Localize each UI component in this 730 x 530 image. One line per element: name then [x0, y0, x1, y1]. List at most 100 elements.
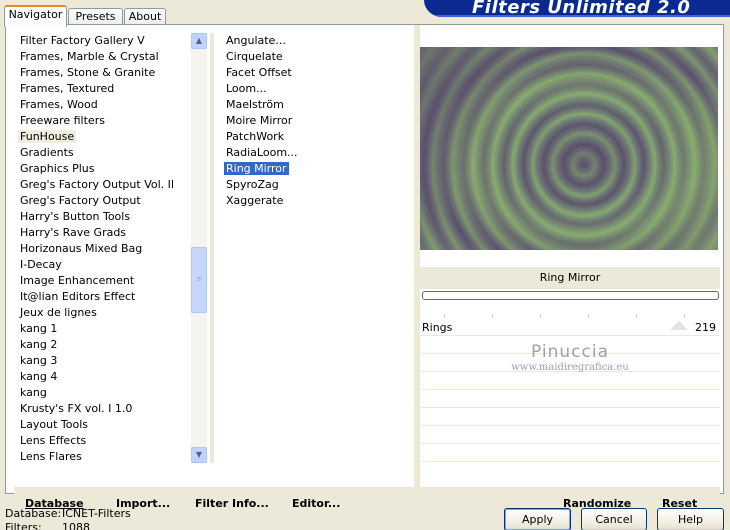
filter-item[interactable]: Ring Mirror: [224, 161, 414, 177]
filters-value: 1088: [62, 521, 90, 530]
watermark-name: Pinuccia: [531, 342, 609, 362]
apply-button[interactable]: Apply: [504, 508, 571, 530]
divider: [210, 33, 214, 463]
filter-item-label: Moire Mirror: [226, 114, 293, 127]
filter-item-label: Cirquelate: [226, 50, 283, 63]
category-item-label: I-Decay: [20, 258, 62, 271]
logo-text: Filters Unlimited 2.0: [472, 0, 691, 17]
database-info: Database:ICNET-Filters Filters: 1088: [5, 507, 131, 530]
category-item-label: Frames, Marble & Crystal: [20, 50, 159, 63]
filter-item-label: Xaggerate: [226, 194, 284, 207]
category-item-label: kang 2: [20, 338, 58, 351]
filter-item[interactable]: RadiaLoom...: [224, 145, 414, 161]
database-row: Database:ICNET-Filters: [5, 507, 131, 521]
chevron-up-icon: ▲: [195, 36, 203, 45]
filter-item[interactable]: Angulate...: [224, 33, 414, 49]
filter-item-label: Maelström: [226, 98, 284, 111]
category-item[interactable]: It@lian Editors Effect: [18, 289, 193, 305]
category-item[interactable]: Harry's Rave Grads: [18, 225, 193, 241]
scroll-thumb[interactable]: ≡: [191, 247, 207, 313]
control-row-empty: [420, 408, 720, 426]
filter-item[interactable]: Loom...: [224, 81, 414, 97]
filter-item[interactable]: SpyroZag: [224, 177, 414, 193]
filter-item[interactable]: Facet Offset: [224, 65, 414, 81]
database-value: ICNET-Filters: [62, 507, 131, 520]
category-item-label: Horizonaus Mixed Bag: [20, 242, 143, 255]
filter-item-label: Angulate...: [226, 34, 286, 47]
category-item[interactable]: Freeware filters: [18, 113, 193, 129]
category-item[interactable]: Greg's Factory Output Vol. II: [18, 177, 193, 193]
category-list[interactable]: Filter Factory Gallery V Frames, Marble &…: [18, 33, 193, 465]
editor-button[interactable]: Editor...: [292, 497, 340, 510]
filter-item[interactable]: Moire Mirror: [224, 113, 414, 129]
filter-item-label: RadiaLoom...: [226, 146, 298, 159]
filter-item[interactable]: PatchWork: [224, 129, 414, 145]
watermark: Pinuccia www.maidiregrafica.eu: [420, 342, 720, 373]
category-item[interactable]: Greg's Factory Output: [18, 193, 193, 209]
control-row-empty: [420, 444, 720, 462]
control-label: Rings: [422, 321, 453, 334]
preview-image: [420, 47, 718, 250]
category-item-label: Layout Tools: [20, 418, 88, 431]
database-key: Database:: [5, 507, 62, 520]
category-item-label: Filter Factory Gallery V: [20, 34, 145, 47]
category-item[interactable]: Frames, Marble & Crystal: [18, 49, 193, 65]
filter-title: Ring Mirror: [420, 267, 720, 289]
category-item[interactable]: Graphics Plus: [18, 161, 193, 177]
control-row-rings[interactable]: Rings 219: [420, 314, 720, 336]
main-panel: Filter Factory Gallery V Frames, Marble &…: [5, 24, 724, 515]
category-item-label: Frames, Textured: [20, 82, 115, 95]
control-value: 219: [695, 321, 716, 334]
category-item[interactable]: Frames, Textured: [18, 81, 193, 97]
filter-item-label: Facet Offset: [226, 66, 292, 79]
grip-icon: ≡: [196, 275, 202, 283]
scroll-down-button[interactable]: ▼: [191, 447, 207, 463]
filters-row: Filters: 1088: [5, 521, 131, 530]
category-item[interactable]: kang 4: [18, 369, 193, 385]
category-item-label: Frames, Stone & Granite: [20, 66, 156, 79]
category-item[interactable]: kang 2: [18, 337, 193, 353]
category-item[interactable]: Frames, Stone & Granite: [18, 65, 193, 81]
category-item[interactable]: I-Decay: [18, 257, 193, 273]
category-item-label: Image Enhancement: [20, 274, 135, 287]
category-item[interactable]: Layout Tools: [18, 417, 193, 433]
category-item[interactable]: kang 3: [18, 353, 193, 369]
category-item[interactable]: FunHouse: [18, 129, 193, 145]
category-item-label: Lens Effects: [20, 434, 87, 447]
category-item[interactable]: Lens Effects: [18, 433, 193, 449]
category-item[interactable]: Harry's Button Tools: [18, 209, 193, 225]
filter-item[interactable]: Maelström: [224, 97, 414, 113]
filter-list[interactable]: Angulate... Cirquelate Facet Offset Loom...…: [224, 33, 414, 209]
category-item-label: Lens Flares: [20, 450, 82, 463]
category-item-label: It@lian Editors Effect: [20, 290, 136, 303]
control-row-empty: [420, 390, 720, 408]
category-item[interactable]: Filter Factory Gallery V: [18, 33, 193, 49]
category-item[interactable]: kang 1: [18, 321, 193, 337]
filter-info-button[interactable]: Filter Info...: [195, 497, 269, 510]
category-item-label: Gradients: [20, 146, 74, 159]
category-item[interactable]: Krusty's FX vol. I 1.0: [18, 401, 193, 417]
category-scrollbar[interactable]: ▲ ≡ ▼: [191, 33, 207, 463]
filter-item[interactable]: Xaggerate: [224, 193, 414, 209]
category-item-label: Freeware filters: [20, 114, 105, 127]
category-item-label: Jeux de lignes: [20, 306, 97, 319]
cancel-button[interactable]: Cancel: [581, 508, 647, 530]
category-item[interactable]: Jeux de lignes: [18, 305, 193, 321]
category-item-label: Greg's Factory Output Vol. II: [20, 178, 175, 191]
filter-item-label: Loom...: [226, 82, 267, 95]
category-item-label: Harry's Rave Grads: [20, 226, 127, 239]
help-button[interactable]: Help: [657, 508, 724, 530]
category-item[interactable]: Horizonaus Mixed Bag: [18, 241, 193, 257]
category-item[interactable]: Image Enhancement: [18, 273, 193, 289]
category-item[interactable]: Frames, Wood: [18, 97, 193, 113]
category-item[interactable]: Lens Flares: [18, 449, 193, 465]
logo-banner: Filters Unlimited 2.0: [424, 0, 730, 17]
slider-thumb[interactable]: [670, 321, 688, 330]
scroll-up-button[interactable]: ▲: [191, 33, 207, 49]
tab-navigator[interactable]: Navigator: [4, 5, 67, 27]
filter-item[interactable]: Cirquelate: [224, 49, 414, 65]
category-item[interactable]: kang: [18, 385, 193, 401]
controls-area: Rings 219 Pinuccia www.maidiregrafica.eu: [420, 314, 720, 463]
control-row-empty: [420, 372, 720, 390]
category-item[interactable]: Gradients: [18, 145, 193, 161]
